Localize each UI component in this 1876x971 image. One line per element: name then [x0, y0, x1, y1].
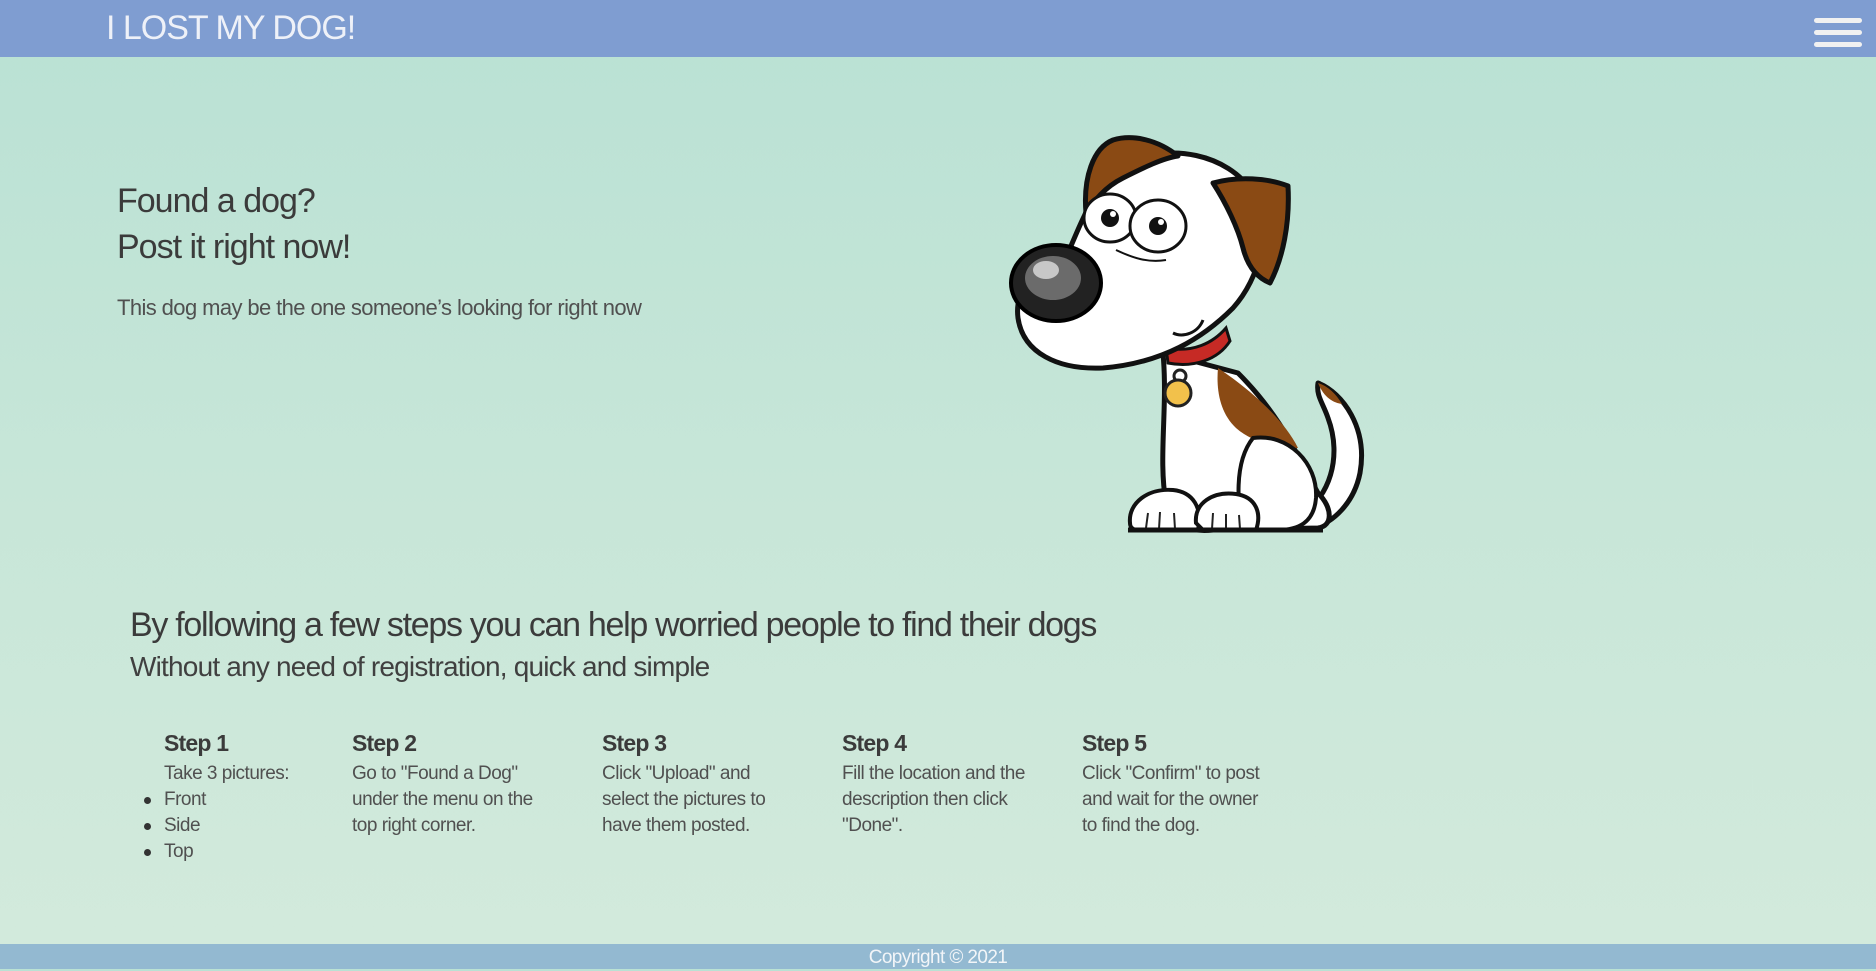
step-text-line: Click "Upload" and [602, 763, 751, 784]
hero-heading: Found a dog? Post it right now! [117, 178, 351, 270]
step-title: Step 1 [164, 730, 229, 756]
hero-subtitle: This dog may be the one someone’s lookin… [117, 295, 642, 320]
step-2: Step 2 Go to "Found a Dog" under the men… [352, 729, 533, 839]
menu-bar [1814, 30, 1862, 35]
step-3: Step 3 Click "Upload" and select the pic… [602, 729, 766, 839]
step-5: Step 5 Click "Confirm" to post and wait … [1082, 729, 1260, 839]
hero-heading-line-2: Post it right now! [117, 228, 351, 266]
top-header: I LOST MY DOG! [0, 0, 1876, 57]
step-title: Step 5 [1082, 730, 1147, 756]
step-title: Step 3 [602, 730, 667, 756]
site-brand[interactable]: I LOST MY DOG! [106, 9, 356, 47]
step-bullet-list: Front Side Top [143, 787, 289, 865]
copyright-text: Copyright © 2021 [868, 947, 1008, 968]
list-item: Top [143, 839, 289, 865]
step-text-line: top right corner. [352, 815, 476, 836]
hero-heading-line-1: Found a dog? [117, 182, 316, 220]
step-4: Step 4 Fill the location and the descrip… [842, 729, 1025, 839]
step-text-line: under the menu on the [352, 789, 533, 810]
step-text-line: Go to "Found a Dog" [352, 763, 518, 784]
step-text-line: description then click [842, 789, 1008, 810]
cartoon-dog-illustration [1009, 135, 1364, 534]
step-text: Take 3 pictures: [164, 763, 290, 784]
step-text-line: "Done". [842, 815, 903, 836]
step-text-line: select the pictures to [602, 789, 766, 810]
step-title: Step 2 [352, 730, 417, 756]
step-text-line: have them posted. [602, 815, 750, 836]
list-item: Side [143, 813, 289, 839]
hamburger-menu-icon[interactable] [1814, 18, 1862, 58]
menu-bar [1814, 42, 1862, 47]
steps-subtitle: Without any need of registration, quick … [130, 651, 710, 682]
step-text-line: to find the dog. [1082, 815, 1200, 836]
page-footer: Copyright © 2021 [0, 944, 1876, 969]
step-text-line: and wait for the owner [1082, 789, 1258, 810]
step-text-line: Click "Confirm" to post [1082, 763, 1260, 784]
list-item: Front [143, 787, 289, 813]
step-1: Step 1 Take 3 pictures: Front Side Top [143, 729, 290, 865]
step-text-line: Fill the location and the [842, 763, 1025, 784]
steps-title: By following a few steps you can help wo… [130, 606, 1097, 644]
menu-bar [1814, 18, 1862, 23]
step-title: Step 4 [842, 730, 907, 756]
